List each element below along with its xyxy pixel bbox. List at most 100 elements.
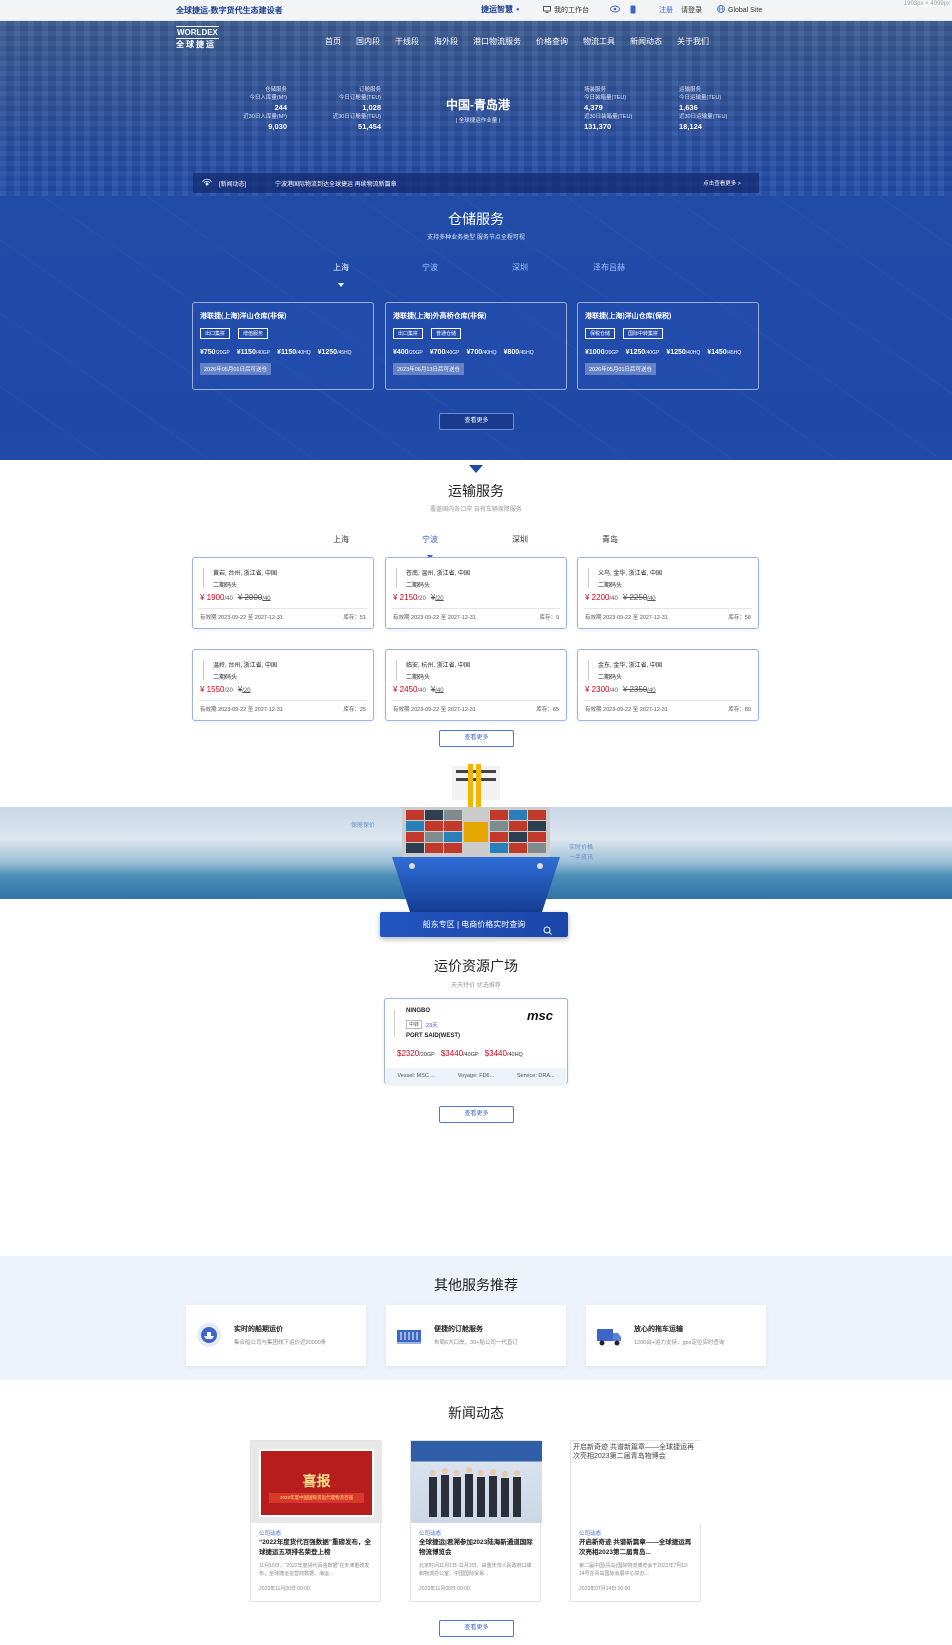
service-title: 便捷的订舱服务 [434,1326,483,1333]
transport-more-button[interactable]: 查看更多 [439,730,514,747]
transport-card[interactable]: 临安, 杭州, 浙江省, 中国 二期码头 ¥ 2450/40 ¥/40 有效期 20… [385,649,567,721]
route-to: 二期码头 [598,675,623,681]
global-site-link[interactable]: Global Site [717,5,762,15]
price-unit: /20GP [604,350,619,356]
nav-port-logistics[interactable]: 港口物流服务 [473,36,521,47]
card-footer: 有效期 2023-09-22 至 2027-12-31 库存：65 [393,705,559,713]
price: ¥ 2200/40 ¥ 2250/40 [585,593,656,602]
tab-ningbo[interactable]: 宁波 [422,262,438,273]
service-card[interactable]: 便捷的订舱服务 布局6大口岸，30+船公司一代直订 [386,1305,566,1366]
origin-port: NINGBO [406,1008,430,1014]
news-card[interactable]: 公司动态 全球捷运|君溯参加2023陆海新通道国际物流博览会 北京时间11月1日… [410,1440,542,1602]
mobile-icon[interactable] [630,5,636,14]
news-card[interactable]: 喜报 2022年度中国国际货运代理物流百强 公司动态 “2022年度货代百强数据… [250,1440,382,1602]
carrier-price-query-button[interactable]: 船东专区 | 电商价格实时查询 [380,912,568,937]
price-value: ¥1250 [625,349,646,356]
transport-card[interactable]: 义乌, 金华, 浙江省, 中国 二期码头 ¥ 2200/40 ¥ 2250/40 有… [577,557,759,629]
tab-qingdao[interactable]: 青岛 [602,534,618,545]
freight-prices: $2320/20GP $3440/40GP $3440/40HQ [397,1049,523,1058]
stat-transport: 运输服务 今日运输量(TEU) 1,636 近30日运输量(TEU) 18,12… [679,86,749,132]
news-more-link[interactable]: 点击查看更多 > [703,179,741,187]
eye-icon[interactable] [610,5,620,13]
nav-tools[interactable]: 物流工具 [583,36,615,47]
carrier-logo: msc [526,1008,553,1023]
news-more-button[interactable]: 查看更多 [439,1620,514,1637]
stat-value: 9,030 [268,122,287,131]
valid-period: 有效期 2023-09-22 至 2027-12-31 [200,615,283,621]
available-date: 2026年05月01日后可送仓 [585,363,656,375]
truck-icon [596,1322,622,1348]
transport-card[interactable]: 黄岩, 台州, 浙江省, 中国 二期码头 ¥ 1900/40 ¥ 2000/40 有… [192,557,374,629]
old-price: ¥ 2250/40 [623,593,656,602]
tab-shanghai[interactable]: 上海 [333,262,349,273]
warehouse-more-button[interactable]: 查看更多 [439,413,514,430]
price-unit: /40GP [645,350,660,356]
freight-card[interactable]: NINGBO 中转 23天 PORT SAID(WEST) msc $2320/… [384,998,568,1084]
news-image-broken: 开启新奇迹 共谱新篇章——全球捷运再次亮相2023第二届青岛物博会 [571,1441,702,1523]
logo-cn: 全球捷运 [176,40,216,49]
service-card[interactable]: 放心的拖车运输 1200台+运力支持，gps定位实时查询 [586,1305,766,1366]
freight-more-button[interactable]: 查看更多 [439,1106,514,1123]
nav-trunk[interactable]: 干线段 [395,36,419,47]
price-item: $3440/40HQ [485,1049,523,1058]
workbench-link[interactable]: 我的工作台 [543,5,589,15]
news-date: 2023年11月20日 00:00 [259,1586,310,1592]
price-item: ¥1150/40GP [237,349,270,356]
tab-ningbo[interactable]: 宁波 [422,534,438,545]
news-ticker[interactable]: [新闻动态] 宁波港国际物流到达全球捷运 再续物流新篇章 点击查看更多 > [193,173,759,193]
transport-card[interactable]: 金东, 金华, 浙江省, 中国 二期码头 ¥ 2300/40 ¥ 2350/40 有… [577,649,759,721]
news-card[interactable]: 开启新奇迹 共谱新篇章——全球捷运再次亮相2023第二届青岛物博会 公司动态 开… [570,1440,702,1602]
divider [199,608,367,609]
service-tag: 出口集拼 [200,328,231,339]
price-unit: /45HQ [337,350,352,356]
transport-card[interactable]: 苍南, 温州, 浙江省, 中国 二期码头 ¥ 2150/20 ¥/20 有效期 20… [385,557,567,629]
vessel: Vessel: MSC ... [397,1073,435,1079]
route: 临安, 杭州, 浙江省, 中国 二期码头 [406,660,470,684]
route-to: 二期码头 [406,583,431,589]
nav-news[interactable]: 新闻动态 [630,36,662,47]
nav-home[interactable]: 首页 [325,36,341,47]
divider [199,700,367,701]
tab-zeebrugge[interactable]: 泽布吕赫 [593,262,625,273]
brand-link[interactable]: 捷运智慧 ● [481,4,520,15]
service-tag: 普通仓储 [431,328,462,339]
news-headline[interactable]: 宁波港国际物流到达全球捷运 再续物流新篇章 [275,179,397,188]
route-from: 金东, 金华, 浙江省, 中国 [598,663,663,669]
card-footer: 有效期 2023-09-22 至 2027-12-31 库存：89 [585,705,751,713]
tab-shenzhen[interactable]: 深圳 [512,262,528,273]
register-link[interactable]: 注册 [659,5,673,15]
warehouse-subtitle: 支持多种业务类型 服务节点全程可视 [427,235,525,241]
service-desc: 布局6大口岸，30+船公司一代直订 [434,1340,518,1346]
warehouse-card[interactable]: 港联捷(上海)外高桥仓库(非保) 出口集拼 普通仓储 ¥400/20GP ¥700… [385,302,567,390]
route-line [203,568,204,588]
login-link[interactable]: 请登录 [681,5,702,15]
old-price-unit: /40 [262,596,271,602]
nav-about[interactable]: 关于我们 [677,36,709,47]
route-line [203,660,204,680]
price-value: $3440 [484,1049,507,1058]
price-item: ¥700/40GP [430,349,460,356]
port-name: 中国-青岛港 [446,98,510,112]
route-from: 义乌, 金华, 浙江省, 中国 [598,571,663,577]
nav-overseas[interactable]: 海外段 [434,36,458,47]
transport-card[interactable]: 温岭, 台州, 浙江省, 中国 二期码头 ¥ 1550/20 ¥/20 有效期 20… [192,649,374,721]
price-value: ¥ 1550 [200,685,225,694]
divider [584,700,752,701]
globe-icon [717,5,725,15]
tab-shenzhen[interactable]: 深圳 [512,534,528,545]
price-value: ¥400 [393,349,409,356]
price-value: ¥ 2300 [585,685,610,694]
stat-warehouse: 仓储服务 今日入库量(M³) 244 近30日入库量(M³) 9,030 [232,86,287,132]
warehouse-name: 港联捷(上海)洋山仓库(保税) [585,313,672,320]
nav-price-query[interactable]: 价格查询 [536,36,568,47]
price-item: ¥1150/40HQ [277,349,311,356]
service-card[interactable]: 实时的船期运价 集合船公司与集团线下运价近20000条 [186,1305,366,1366]
logo[interactable]: WORLDEX 全球捷运 [176,26,219,50]
nav-domestic[interactable]: 国内段 [356,36,380,47]
brand-badge-icon: ● [516,6,520,13]
old-price-unit: /20 [435,596,444,602]
warehouse-card[interactable]: 港联捷(上海)洋山仓库(非保) 出口集拼 增值服务 ¥750/20GP ¥1150… [192,302,374,390]
price-item: ¥1250/40HQ [666,349,700,356]
warehouse-card[interactable]: 港联捷(上海)洋山仓库(保税) 保税仓储 国际中转集拼 ¥1000/20GP ¥1… [577,302,759,390]
tab-shanghai[interactable]: 上海 [333,534,349,545]
